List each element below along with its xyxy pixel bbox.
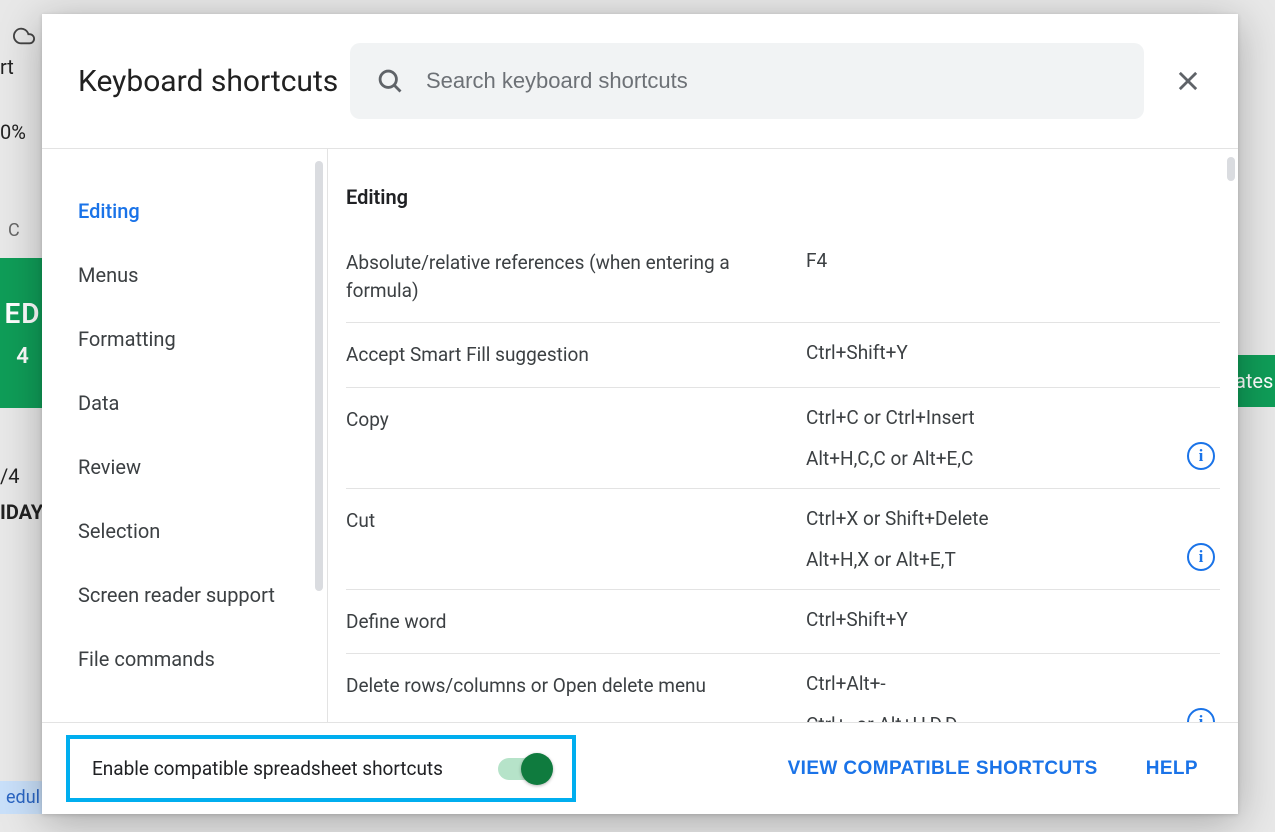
bg-text: rt [0,55,14,79]
sidebar-item-formatting[interactable]: Formatting [42,307,327,371]
shortcut-name: Accept Smart Fill suggestion [346,341,794,369]
cloud-save-icon [10,25,38,51]
search-icon [376,67,404,95]
dialog-header: Keyboard shortcuts [42,14,1238,149]
bg-header-fragment: ED 4 [0,258,45,408]
shortcut-row: Delete rows/columns or Open delete menu C… [346,654,1220,722]
shortcut-info-slot: i [1182,543,1220,571]
dialog-title: Keyboard shortcuts [78,64,350,99]
info-icon[interactable]: i [1187,543,1215,571]
dialog-body: EditingMenusFormattingDataReviewSelectio… [42,149,1238,722]
info-icon[interactable]: i [1187,708,1215,722]
toggle-knob [521,753,553,785]
shortcut-row: Define word Ctrl+Shift+Y [346,590,1220,655]
shortcut-keys: Ctrl+Shift+Y [806,341,1170,364]
shortcut-row: Cut Ctrl+X or Shift+DeleteAlt+H,X or Alt+… [346,489,1220,590]
shortcut-row: Absolute/relative references (when enter… [346,231,1220,323]
sidebar-item-review[interactable]: Review [42,435,327,499]
sidebar-item-selection[interactable]: Selection [42,499,327,563]
bg-right-fragment: ates [1233,355,1275,407]
sidebar-scrollbar[interactable] [315,161,323,591]
bg-zoom: 0% [0,120,26,144]
content-scrollbar[interactable] [1227,157,1235,181]
sidebar-item-editing[interactable]: Editing [42,179,327,243]
info-icon[interactable]: i [1187,442,1215,470]
shortcut-keys: F4 [806,249,1170,272]
shortcut-keys: Ctrl+C or Ctrl+InsertAlt+H,C,C or Alt+E,… [806,406,1170,470]
shortcut-name: Delete rows/columns or Open delete menu [346,672,794,700]
shortcut-keys: Ctrl+Alt+-Ctrl+- or Alt+H,D,D [806,672,1170,722]
keyboard-shortcuts-dialog: Keyboard shortcuts EditingMenusFormattin… [42,14,1238,814]
shortcut-name: Copy [346,406,794,434]
shortcut-name: Define word [346,608,794,636]
help-button[interactable]: HELP [1146,758,1198,780]
shortcut-row: Accept Smart Fill suggestion Ctrl+Shift+Y [346,323,1220,388]
bg-frac: /4 [0,464,20,488]
bg-cell-ref: C [8,220,20,241]
shortcut-info-slot: i [1182,708,1220,722]
close-button[interactable] [1166,59,1210,103]
shortcut-info-slot: i [1182,442,1220,470]
shortcut-keys: Ctrl+X or Shift+DeleteAlt+H,X or Alt+E,T [806,507,1170,571]
sidebar-item-menus[interactable]: Menus [42,243,327,307]
shortcut-keys: Ctrl+Shift+Y [806,608,1170,631]
search-input[interactable] [426,68,1118,94]
close-icon [1174,67,1202,95]
shortcut-row: Copy Ctrl+C or Ctrl+InsertAlt+H,C,C or Al… [346,388,1220,489]
bg-day: IDAY [0,500,43,524]
sidebar-item-data[interactable]: Data [42,371,327,435]
highlighted-toggle-area: Enable compatible spreadsheet shortcuts [66,735,576,802]
sidebar-item-file-commands[interactable]: File commands [42,627,327,691]
view-compatible-shortcuts-button[interactable]: VIEW COMPATIBLE SHORTCUTS [788,758,1098,780]
dialog-footer: Enable compatible spreadsheet shortcuts … [42,722,1238,814]
section-title: Editing [346,185,1220,209]
shortcut-name: Absolute/relative references (when enter… [346,249,794,304]
compatible-shortcuts-toggle[interactable] [498,758,550,780]
bg-sheet-tab: edul [0,781,46,814]
search-field-wrap[interactable] [350,43,1144,119]
compatible-shortcuts-toggle-label: Enable compatible spreadsheet shortcuts [92,757,498,780]
sidebar-item-screen-reader-support[interactable]: Screen reader support [42,563,327,627]
shortcut-name: Cut [346,507,794,535]
shortcuts-content: Editing Absolute/relative references (wh… [328,149,1238,722]
category-sidebar: EditingMenusFormattingDataReviewSelectio… [42,149,328,722]
